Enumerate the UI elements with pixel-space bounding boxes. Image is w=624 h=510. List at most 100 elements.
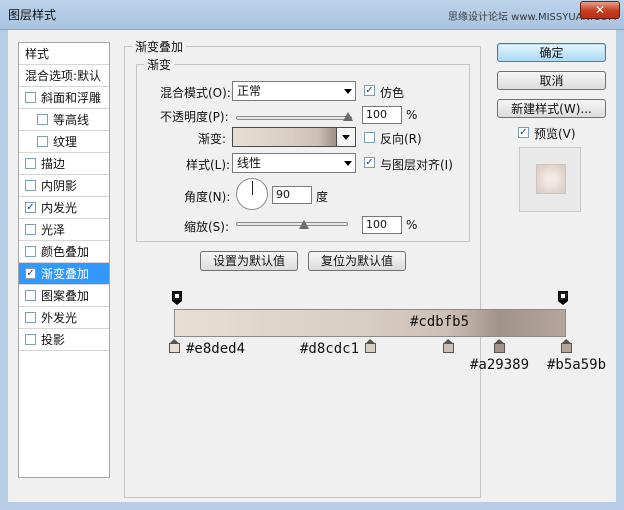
color-stop-4[interactable] bbox=[494, 339, 506, 354]
color-stop-swatch bbox=[169, 343, 180, 353]
gradient-label: 渐变: bbox=[198, 132, 227, 146]
preview-label: 预览(V) bbox=[534, 127, 576, 141]
gradient-group-title: 渐变 bbox=[144, 56, 175, 73]
sidebar-item-color-overlay[interactable]: 颜色叠加 bbox=[19, 241, 109, 263]
sidebar-item-drop-shadow[interactable]: 投影 bbox=[19, 329, 109, 351]
sidebar-item-label: 内发光 bbox=[41, 201, 78, 215]
blend-mode-select[interactable]: 正常 bbox=[232, 81, 356, 101]
sidebar-item-label: 光泽 bbox=[41, 223, 66, 237]
opacity-stop-left[interactable] bbox=[172, 291, 182, 305]
set-default-button[interactable]: 设置为默认值 bbox=[200, 251, 298, 271]
cancel-button[interactable]: 取消 bbox=[497, 71, 606, 90]
dither-checkbox[interactable]: ✓ bbox=[364, 85, 375, 96]
preview-swatch bbox=[536, 164, 566, 194]
style-label: 样式(L): bbox=[186, 158, 231, 172]
drop-shadow-checkbox[interactable] bbox=[25, 334, 36, 345]
sidebar-item-blending-options[interactable]: 混合选项:默认 bbox=[19, 65, 109, 87]
sidebar-item-pattern-overlay[interactable]: 图案叠加 bbox=[19, 285, 109, 307]
sidebar-item-inner-shadow[interactable]: 内阴影 bbox=[19, 175, 109, 197]
sidebar-item-label: 外发光 bbox=[41, 311, 78, 325]
gradient-overlay-checkbox[interactable]: ✓ bbox=[25, 268, 36, 279]
gradient-editor-bar[interactable] bbox=[174, 309, 566, 337]
sidebar-item-texture[interactable]: 纹理 bbox=[19, 131, 109, 153]
stop-label-2: #d8cdc1 bbox=[300, 341, 360, 357]
reverse-label: 反向(R) bbox=[380, 132, 422, 146]
styles-sidebar: 样式 混合选项:默认 斜面和浮雕 等高线 纹理 描边 内阴影 ✓ 内发光 光泽 颜… bbox=[18, 42, 110, 478]
satin-checkbox[interactable] bbox=[25, 224, 36, 235]
texture-checkbox[interactable] bbox=[37, 136, 48, 147]
opacity-label: 不透明度(P): bbox=[160, 110, 229, 124]
new-style-button[interactable]: 新建样式(W)... bbox=[497, 99, 606, 118]
align-with-layer-label: 与图层对齐(I) bbox=[380, 158, 453, 172]
reset-default-button[interactable]: 复位为默认值 bbox=[308, 251, 406, 271]
sidebar-item-label: 渐变叠加 bbox=[41, 267, 90, 281]
opacity-input[interactable]: 100 bbox=[362, 106, 402, 124]
inner-shadow-checkbox[interactable] bbox=[25, 180, 36, 191]
blend-mode-value: 正常 bbox=[237, 84, 262, 98]
angle-input[interactable]: 90 bbox=[272, 186, 312, 204]
reverse-checkbox[interactable] bbox=[364, 132, 375, 143]
sidebar-item-satin[interactable]: 光泽 bbox=[19, 219, 109, 241]
sidebar-item-label: 纹理 bbox=[53, 135, 78, 149]
opacity-stop-icon bbox=[172, 291, 182, 301]
gradient-dropdown-button[interactable] bbox=[336, 128, 355, 146]
opacity-slider-thumb[interactable] bbox=[343, 112, 353, 121]
inner-glow-checkbox[interactable]: ✓ bbox=[25, 202, 36, 213]
opacity-unit: % bbox=[406, 108, 418, 122]
preview-checkbox[interactable]: ✓ bbox=[518, 127, 529, 138]
scale-unit: % bbox=[406, 218, 418, 232]
sidebar-item-styles[interactable]: 样式 bbox=[19, 43, 109, 65]
color-stop-swatch bbox=[494, 343, 506, 353]
dither-label: 仿色 bbox=[380, 86, 405, 100]
opacity-stop-icon bbox=[558, 291, 568, 301]
chevron-down-icon bbox=[344, 161, 352, 166]
color-stop-swatch bbox=[561, 343, 572, 353]
color-stop-5[interactable] bbox=[561, 339, 572, 354]
sidebar-item-label: 斜面和浮雕 bbox=[41, 91, 102, 105]
bevel-emboss-checkbox[interactable] bbox=[25, 92, 36, 103]
close-icon: ✕ bbox=[594, 3, 606, 17]
opacity-slider[interactable] bbox=[236, 116, 352, 120]
blend-mode-label: 混合模式(O): bbox=[160, 86, 231, 100]
chevron-down-icon bbox=[344, 89, 352, 94]
contour-checkbox[interactable] bbox=[37, 114, 48, 125]
color-overlay-checkbox[interactable] bbox=[25, 246, 36, 257]
style-value: 线性 bbox=[237, 156, 262, 170]
sidebar-item-label: 样式 bbox=[25, 47, 50, 61]
sidebar-item-outer-glow[interactable]: 外发光 bbox=[19, 307, 109, 329]
angle-dial[interactable] bbox=[236, 178, 268, 210]
color-stop-1[interactable] bbox=[169, 339, 180, 354]
sidebar-item-inner-glow[interactable]: ✓ 内发光 bbox=[19, 197, 109, 219]
close-button[interactable]: ✕ bbox=[580, 1, 620, 19]
sidebar-item-label: 图案叠加 bbox=[41, 289, 90, 303]
scale-slider[interactable] bbox=[236, 222, 348, 226]
sidebar-item-bevel-emboss[interactable]: 斜面和浮雕 bbox=[19, 87, 109, 109]
outer-glow-checkbox[interactable] bbox=[25, 312, 36, 323]
sidebar-item-stroke[interactable]: 描边 bbox=[19, 153, 109, 175]
opacity-stop-right[interactable] bbox=[558, 291, 568, 305]
pattern-overlay-checkbox[interactable] bbox=[25, 290, 36, 301]
title-bar: 图层样式 思缘设计论坛 www.MISSYUAN.COM ✕ bbox=[0, 0, 624, 30]
sidebar-item-label: 颜色叠加 bbox=[41, 245, 90, 259]
sidebar-item-label: 描边 bbox=[41, 157, 66, 171]
stop-label-5: #b5a59b bbox=[547, 357, 607, 373]
opacity-stop-pointer bbox=[172, 301, 182, 305]
ok-button[interactable]: 确定 bbox=[497, 43, 606, 62]
scale-input[interactable]: 100 bbox=[362, 216, 402, 234]
align-with-layer-checkbox[interactable]: ✓ bbox=[364, 157, 375, 168]
gradient-overlay-title: 渐变叠加 bbox=[132, 38, 187, 55]
opacity-stop-pointer bbox=[558, 301, 568, 305]
sidebar-item-label: 等高线 bbox=[53, 113, 90, 127]
sidebar-item-label: 混合选项:默认 bbox=[25, 69, 102, 83]
stroke-checkbox[interactable] bbox=[25, 158, 36, 169]
color-stop-swatch bbox=[443, 343, 455, 353]
window-title: 图层样式 bbox=[8, 8, 57, 22]
chevron-down-icon bbox=[342, 135, 350, 140]
color-stop-3[interactable] bbox=[443, 339, 455, 354]
sidebar-item-gradient-overlay[interactable]: ✓ 渐变叠加 bbox=[19, 263, 109, 285]
gradient-mid-label: #cdbfb5 bbox=[410, 314, 470, 330]
sidebar-item-contour[interactable]: 等高线 bbox=[19, 109, 109, 131]
scale-slider-thumb[interactable] bbox=[299, 220, 309, 229]
color-stop-2[interactable] bbox=[365, 339, 376, 354]
style-select[interactable]: 线性 bbox=[232, 153, 356, 173]
